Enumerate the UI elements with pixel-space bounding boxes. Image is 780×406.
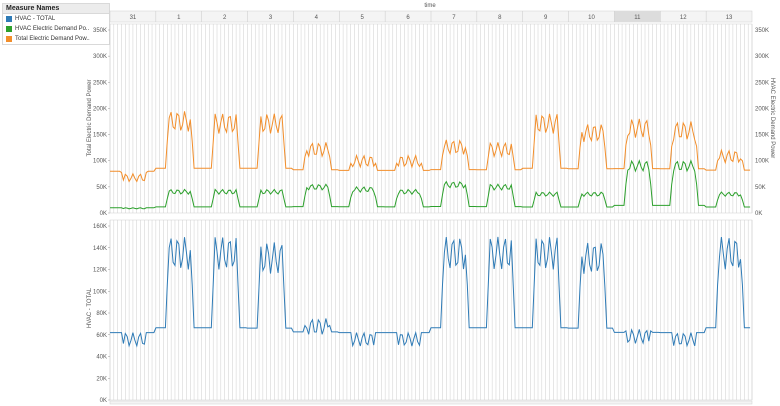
y-tick-label: 20K [96,376,107,382]
y-tick-label: 160K [93,224,107,230]
day-header-label: 10 [588,15,595,21]
y-tick-label-right: 250K [755,80,769,86]
y-tick-label: 50K [96,185,107,191]
y-tick-label: 0K [100,211,107,217]
bottom-axis-strip [109,400,753,405]
y-tick-label-right: 350K [755,28,769,34]
y-tick-label: 80K [96,311,107,317]
y-tick-label: 140K [93,246,107,252]
day-header-label: 11 [634,15,641,21]
chart-canvas: 31 1 2 3 4 5 6 7 8 9 10 11 12 130K50K100K150K200K250K… [93,10,769,405]
y-tick-label: 250K [93,80,107,86]
y-tick-label: 120K [93,268,107,274]
y-tick-label: 150K [93,133,107,139]
y-tick-label-right: 150K [755,133,769,139]
y-tick-label: 100K [93,159,107,165]
day-header-label: 31 [130,15,137,21]
y-tick-label-right: 100K [755,159,769,165]
y-tick-label-right: 200K [755,106,769,112]
y-tick-label-right: 300K [755,54,769,60]
panel-0: 0K 50K 100K 150K 200K 250K 300K 350K 0K 50K 100K 15… [93,23,769,217]
day-header-label: 13 [726,15,733,21]
panel-1: 0K 20K 40K 60K 80K 100K 120K 140K 160K [93,219,753,404]
y-tick-label-right: 50K [755,185,766,191]
y-tick-label: 60K [96,333,107,339]
y-tick-label: 350K [93,28,107,34]
y-tick-label: 100K [93,289,107,295]
y-tick-label: 40K [96,355,107,361]
y-tick-label-right: 0K [755,211,762,217]
day-header-label: 12 [680,15,687,21]
y-tick-label: 0K [100,398,107,404]
y-tick-label: 200K [93,106,107,112]
y-tick-label: 300K [93,54,107,60]
